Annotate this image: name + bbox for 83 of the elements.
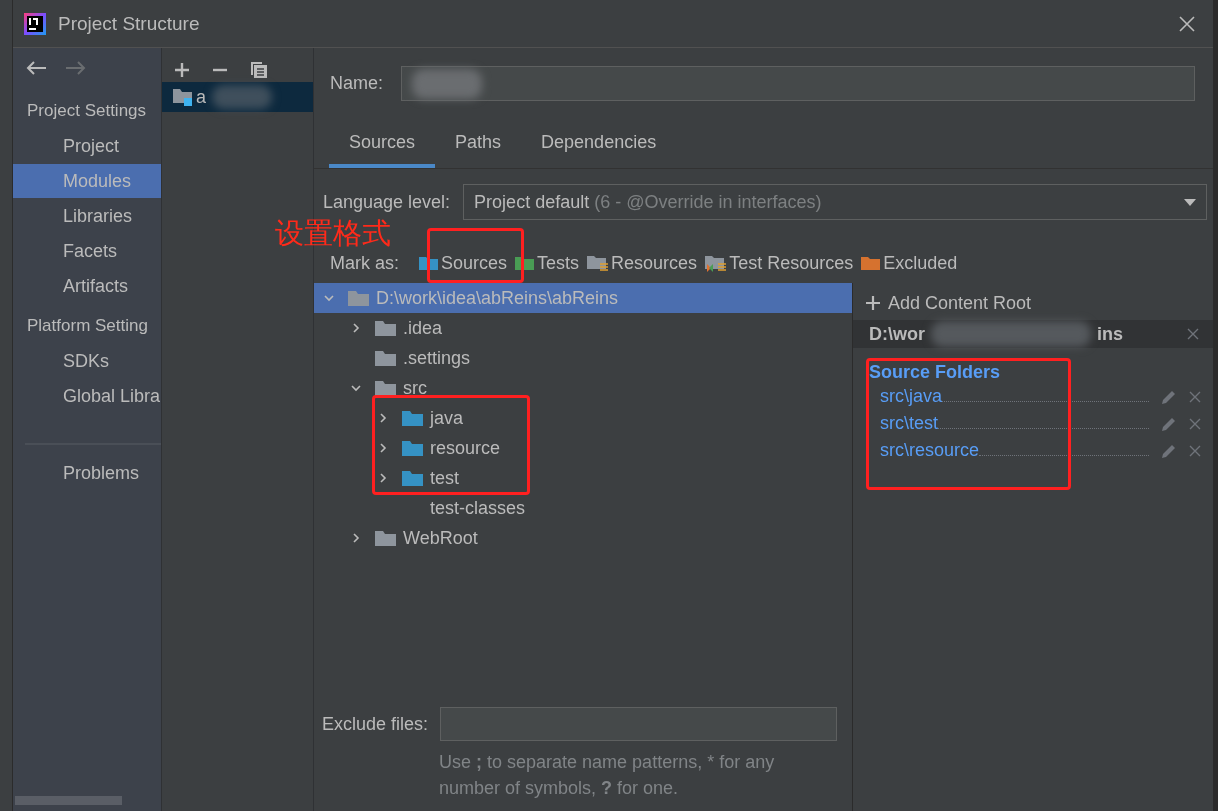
resource-folder-icon: [587, 254, 610, 272]
test-resource-folder-icon: [705, 254, 728, 272]
path-text: D:\wor: [869, 323, 925, 345]
tree-row[interactable]: java: [314, 403, 852, 433]
mark-as-button[interactable]: Test Resources: [705, 252, 854, 274]
folder-name: D:\work\idea\abReins\abReins: [376, 287, 619, 309]
mark-as-button[interactable]: Resources: [587, 252, 698, 274]
close-icon[interactable]: [1189, 444, 1201, 457]
language-level-label: Language level:: [323, 191, 451, 213]
copy-icon[interactable]: [250, 61, 268, 79]
annotation-text: 设置格式: [275, 219, 391, 248]
app-logo-icon: [24, 12, 46, 35]
close-icon[interactable]: [1189, 390, 1201, 403]
window-title: Project Structure: [58, 12, 200, 35]
folder-name: test: [430, 467, 459, 489]
folder-icon: [402, 439, 424, 457]
folder-icon: [375, 529, 397, 547]
redaction-blur: [212, 85, 272, 109]
section-heading: Project Settings: [26, 100, 148, 122]
tree-row[interactable]: .idea: [314, 313, 852, 343]
tab[interactable]: Sources: [329, 132, 436, 168]
mark-as-button[interactable]: Sources: [419, 252, 508, 274]
hint-text: Use ; to separate name patterns, * for any number of symbols, ? for one.: [438, 751, 776, 800]
pencil-icon[interactable]: [1161, 388, 1177, 405]
exclude-files-field[interactable]: [440, 707, 838, 741]
group-title: Source Folders: [868, 361, 1002, 383]
folder-name: java: [430, 407, 464, 429]
folder-icon: [861, 255, 882, 271]
exclude-files-label: Exclude files:: [322, 713, 429, 735]
sidebar-item[interactable]: Libraries: [13, 199, 161, 233]
source-folder-link[interactable]: src\java: [880, 386, 942, 407]
mark-as-label: Mark as:: [330, 252, 399, 274]
close-icon[interactable]: [1189, 417, 1201, 430]
module-name: a: [196, 86, 206, 108]
dropdown-caret-icon: [1184, 198, 1196, 206]
sidebar-item[interactable]: Project: [13, 129, 161, 163]
redaction-blur: [412, 68, 482, 99]
mark-as-button[interactable]: Excluded: [861, 252, 958, 274]
tree-row[interactable]: src: [314, 373, 852, 403]
back-arrow-icon[interactable]: [25, 60, 47, 76]
folder-name: .idea: [403, 317, 443, 339]
sidebar-item[interactable]: Artifacts: [13, 269, 161, 303]
tree-row[interactable]: test: [314, 463, 852, 493]
tree-row[interactable]: resource: [314, 433, 852, 463]
folder-name: WebRoot: [403, 527, 478, 549]
add-content-root-button[interactable]: Add Content Root: [853, 292, 1213, 314]
tree-row[interactable]: test-classes: [314, 493, 852, 523]
folder-icon: [402, 469, 424, 487]
mark-as-button[interactable]: Tests: [515, 252, 580, 274]
name-label: Name:: [330, 72, 383, 94]
source-folder-link[interactable]: src\test: [880, 413, 938, 434]
folder-icon: [375, 319, 397, 337]
folder-name: resource: [430, 437, 501, 459]
close-icon[interactable]: [1178, 14, 1196, 33]
folder-icon: [375, 379, 397, 397]
sidebar-item[interactable]: Facets: [13, 234, 161, 268]
pencil-icon[interactable]: [1161, 415, 1177, 432]
sidebar-item[interactable]: Problems: [13, 456, 161, 490]
pencil-icon[interactable]: [1161, 442, 1177, 459]
folder-icon: [348, 289, 370, 307]
source-folder-link[interactable]: src\resource: [880, 440, 980, 461]
tab[interactable]: Dependencies: [521, 132, 677, 168]
folder-name: .settings: [403, 347, 471, 369]
sidebar-item[interactable]: SDKs: [13, 344, 161, 378]
scrollbar-thumb[interactable]: [15, 796, 122, 805]
add-icon[interactable]: [174, 62, 190, 78]
language-level-dropdown[interactable]: Project default (6 - @Override in interfaces): [463, 184, 1207, 220]
module-folder-icon: [172, 87, 194, 107]
close-icon[interactable]: [1187, 328, 1199, 340]
path-text: ins: [1097, 323, 1123, 345]
folder-name: test-classes: [430, 497, 526, 519]
folder-icon: [402, 409, 424, 427]
folder-name: src: [403, 377, 427, 399]
tree-row[interactable]: WebRoot: [314, 523, 852, 553]
sidebar-item[interactable]: Global Libra: [13, 379, 161, 413]
tab[interactable]: Paths: [435, 132, 522, 168]
name-field[interactable]: [401, 65, 1195, 101]
tree-row[interactable]: .settings: [314, 343, 852, 373]
module-item[interactable]: a: [162, 82, 313, 112]
forward-arrow-icon[interactable]: [65, 60, 87, 76]
add-icon: [866, 296, 880, 310]
section-heading: Platform Setting: [26, 315, 149, 337]
folder-icon: [375, 349, 397, 367]
